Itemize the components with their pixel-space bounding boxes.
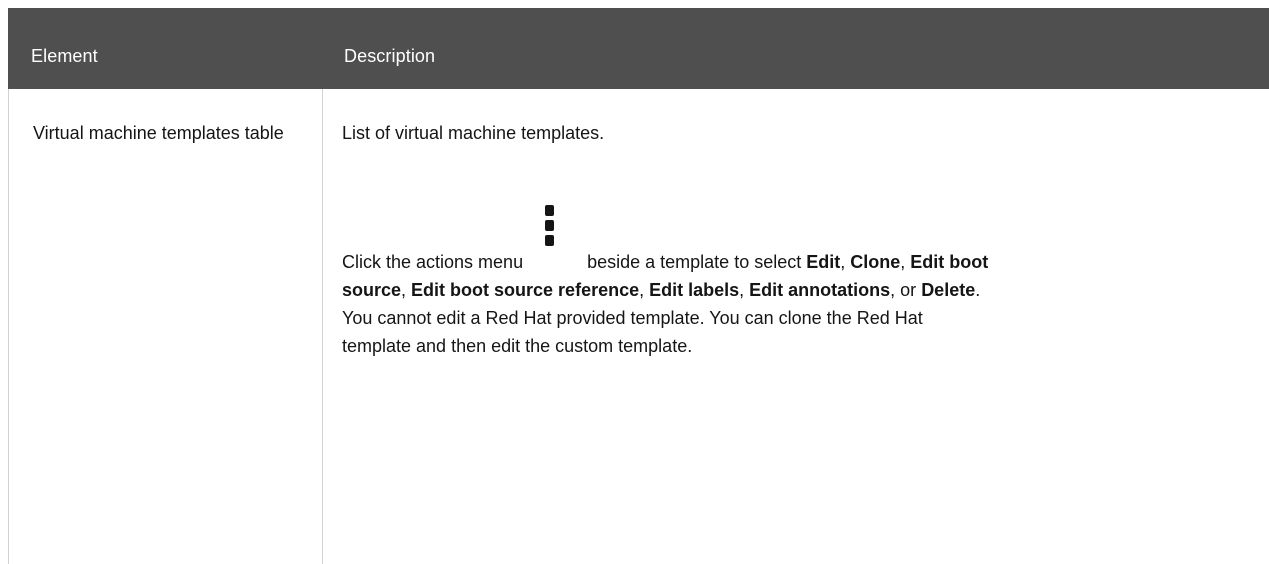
action-clone: Clone — [850, 252, 901, 272]
table-left-border — [8, 89, 9, 564]
action-edit-boot: Edit boot — [910, 252, 989, 272]
actions-line-1: Click the actions menu beside a template … — [342, 205, 1247, 276]
action-edit-labels: Edit labels — [649, 280, 740, 300]
action-edit-annotations: Edit annotations — [749, 280, 891, 300]
click-text: Click the actions menu — [342, 252, 524, 272]
kebab-icon — [530, 205, 580, 276]
description-cell: List of virtual machine templates. Click… — [342, 119, 1247, 356]
action-delete: Delete — [921, 280, 976, 300]
table-header: Element Description — [8, 8, 1269, 89]
action-source: source — [342, 280, 402, 300]
action-edit: Edit — [806, 252, 841, 272]
note-line-1: You cannot edit a Red Hat provided templ… — [342, 308, 923, 328]
actions-line-2: source, Edit boot source reference, Edit… — [342, 280, 981, 300]
element-cell: Virtual machine templates table — [33, 123, 284, 143]
header-element: Element — [31, 46, 98, 66]
beside-text: beside a template to select — [587, 252, 802, 272]
action-edit-boot-source-reference: Edit boot source reference — [411, 280, 640, 300]
header-description: Description — [344, 46, 436, 66]
templates-description-table: Element Description Virtual machine temp… — [8, 8, 1269, 564]
description-actions-paragraph: Click the actions menu beside a template … — [342, 205, 1247, 360]
column-divider — [322, 89, 323, 564]
description-intro: List of virtual machine templates. — [342, 123, 605, 143]
note-line-2: template and then edit the custom templa… — [342, 336, 693, 356]
